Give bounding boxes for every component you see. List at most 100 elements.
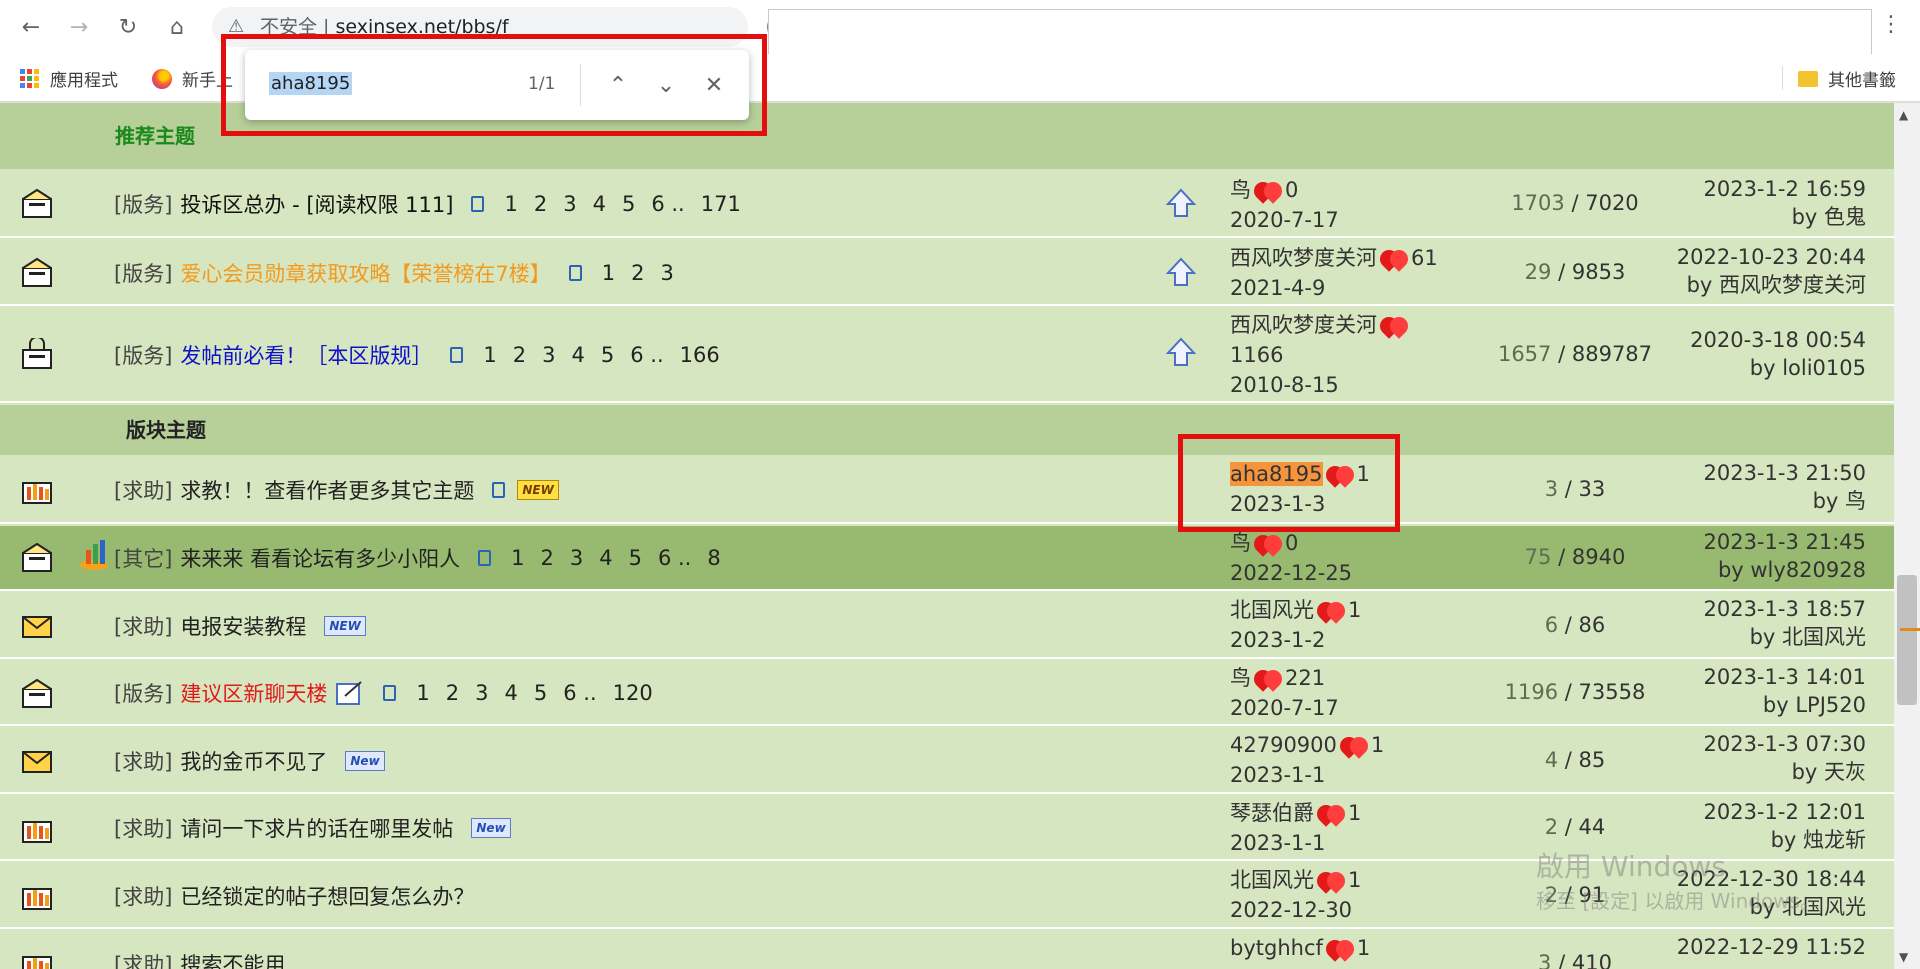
reply-view-count: 3 / 33 <box>1544 477 1606 501</box>
browser-menu-icon[interactable]: ⋮ <box>1880 12 1902 37</box>
back-icon[interactable]: ← <box>16 12 46 42</box>
bookmark-other[interactable]: 其他書籤 <box>1798 66 1896 91</box>
thread-author[interactable]: 鸟 0 2022-12-25 <box>1230 528 1352 588</box>
reply-view-count: 1657 / 889787 <box>1497 342 1653 366</box>
table-row[interactable]: [求助] 我的金币不见了 New 42790900 1 2023-1-1 4 / 8… <box>0 728 1894 794</box>
heart-icon <box>1314 802 1348 826</box>
thread-title[interactable]: [求助] 搜索不能用 <box>114 949 285 969</box>
thread-status-icon <box>22 678 52 708</box>
scroll-down-icon[interactable]: ▼ <box>1899 950 1908 964</box>
reply-view-count: 2 / 44 <box>1544 815 1606 839</box>
scroll-up-icon[interactable]: ▲ <box>1899 108 1908 122</box>
table-row[interactable]: [求助] 电报安装教程 NEW 北国风光 1 2023-1-2 6 / 86 202… <box>0 593 1894 659</box>
table-row[interactable]: [版务] 投诉区总办 - [阅读权限 111] 123456 .. 171 鸟02… <box>0 171 1894 238</box>
hot-thread-icon <box>22 821 52 843</box>
thread-title[interactable]: [求助] 已经锁定的帖子想回复怎么办？ <box>114 881 474 911</box>
multipage-icon <box>568 265 582 281</box>
attachment-icon <box>492 482 506 498</box>
pagination: 123456 .. 171 <box>471 192 741 216</box>
table-row[interactable]: [版务] 爱心会员勋章获取攻略【荣誉榜在7楼】 123 西风吹梦度关河 61 202… <box>0 240 1894 306</box>
bookmark-firefox[interactable]: 新手上 <box>152 66 233 91</box>
pinned-up-icon <box>1165 257 1197 286</box>
last-post[interactable]: 2023-1-3 18:57 by 北国风光 <box>1703 595 1866 651</box>
pagination: 123456 .. 8 <box>478 546 721 570</box>
new-badge: New <box>345 751 385 771</box>
reload-icon[interactable]: ↻ <box>113 12 143 42</box>
last-post[interactable]: 2020-3-18 00:54 by loli0105 <box>1690 326 1866 382</box>
reply-view-count: 29 / 9853 <box>1524 260 1626 284</box>
page-scrollbar[interactable] <box>1894 103 1920 969</box>
address-bar[interactable]: ⚠ 不安全 | sexinsex.net/bbs/f ⊕ ⇪ ☆ <box>212 7 939 47</box>
thread-author[interactable]: 北国风光 1 2022-12-30 <box>1230 865 1361 925</box>
scroll-thumb[interactable] <box>1897 575 1917 705</box>
hot-thread-icon <box>22 956 52 969</box>
last-post[interactable]: 2023-1-3 21:50 by 鸟 <box>1703 459 1866 515</box>
apps-grid-icon <box>20 68 40 89</box>
heart-icon <box>1337 734 1371 758</box>
multipage-icon <box>471 196 485 212</box>
windows-activation-watermark: 啟用 Windows 移至 [設定] 以啟用 Windows。 <box>1536 850 1820 913</box>
new-badge: New <box>471 818 511 838</box>
table-row[interactable]: [其它] 来来来 看看论坛有多少小阳人 123456 .. 8 鸟 0 2022-12… <box>0 526 1894 591</box>
last-post[interactable]: 2023-1-3 14:01 by LPJ520 <box>1703 663 1866 719</box>
last-post[interactable]: 2023-1-2 16:59 by 色鬼 <box>1703 175 1866 231</box>
table-row[interactable]: [求助] 搜索不能用 bytghhcf 1 3 / 410 2022-12-29 … <box>0 931 1894 969</box>
thread-author[interactable]: 琴瑟伯爵 1 2023-1-1 <box>1230 798 1361 858</box>
thread-title[interactable]: [求助] 求教！！查看作者更多其它主题 NEW <box>114 475 559 505</box>
reply-view-count: 1196 / 73558 <box>1504 680 1646 704</box>
heart-icon <box>1323 463 1357 487</box>
bookmark-apps[interactable]: 應用程式 <box>20 66 118 91</box>
last-post[interactable]: 2023-1-3 21:45 by wly820928 <box>1703 528 1866 584</box>
thread-title[interactable]: [版务] 建议区新聊天楼 123456 .. 120 <box>114 678 653 708</box>
overlay-input-box[interactable] <box>768 9 1872 55</box>
last-post[interactable]: 2023-1-2 12:01 by 烛龙斩 <box>1703 798 1866 854</box>
last-post[interactable]: 2022-10-23 20:44 by 西风吹梦度关河 <box>1677 243 1866 299</box>
thread-author[interactable]: bytghhcf 1 <box>1230 933 1370 963</box>
locked-thread-icon <box>22 338 52 369</box>
find-previous-icon[interactable]: ⌃ <box>601 68 635 102</box>
multipage-icon <box>383 685 397 701</box>
table-row[interactable]: [求助] 求教！！查看作者更多其它主题 NEW aha8195 1 2023-1-3… <box>0 457 1894 524</box>
thread-author[interactable]: 42790900 1 2023-1-1 <box>1230 730 1384 790</box>
thread-author[interactable]: 北国风光 1 2023-1-2 <box>1230 595 1361 655</box>
thread-title[interactable]: [版务] 投诉区总办 - [阅读权限 111] 123456 .. 171 <box>114 189 741 219</box>
table-row[interactable]: [版务] 发帖前必看！［本区版规］ 123456 .. 166 西风吹梦度关河 11… <box>0 308 1894 403</box>
find-divider <box>580 64 581 106</box>
thread-author[interactable]: 西风吹梦度关河 1166 2010-8-15 <box>1230 310 1411 400</box>
home-icon[interactable]: ⌂ <box>162 12 192 42</box>
thread-author[interactable]: 西风吹梦度关河 61 2021-4-9 <box>1230 243 1438 303</box>
thread-title[interactable]: [版务] 爱心会员勋章获取攻略【荣誉榜在7楼】 123 <box>114 258 674 288</box>
table-row[interactable]: [版务] 建议区新聊天楼 123456 .. 120 鸟 221 2020-7-17 … <box>0 661 1894 726</box>
url-text: 不安全 | sexinsex.net/bbs/f <box>260 16 509 38</box>
find-bar: aha8195 1/1 ⌃ ⌄ ✕ <box>245 50 749 120</box>
pinned-up-icon <box>1165 337 1197 366</box>
find-next-icon[interactable]: ⌄ <box>649 68 683 102</box>
thread-title[interactable]: [求助] 电报安装教程 NEW <box>114 611 366 641</box>
new-mail-icon <box>22 616 52 638</box>
heart-icon <box>1314 869 1348 893</box>
multipage-icon <box>478 550 492 566</box>
last-post[interactable]: 2022-12-29 11:52 <box>1677 933 1866 961</box>
reply-view-count: 6 / 86 <box>1544 613 1606 637</box>
find-input[interactable]: aha8195 <box>265 66 356 102</box>
forward-icon[interactable]: → <box>64 12 94 42</box>
thread-title[interactable]: [求助] 请问一下求片的话在哪里发帖 New <box>114 813 511 843</box>
poll-icon <box>80 540 108 570</box>
thread-title[interactable]: [求助] 我的金币不见了 New <box>114 746 385 776</box>
thread-author[interactable]: 鸟 0 2020-7-17 <box>1230 175 1339 235</box>
find-close-icon[interactable]: ✕ <box>697 68 731 102</box>
firefox-icon <box>152 68 172 89</box>
thread-author[interactable]: aha8195 1 2023-1-3 <box>1230 459 1370 519</box>
heart-icon <box>1323 937 1357 961</box>
thread-status-icon <box>22 188 52 218</box>
last-post[interactable]: 2023-1-3 07:30 by 天灰 <box>1703 730 1866 786</box>
thread-author[interactable]: 鸟 221 2020-7-17 <box>1230 663 1339 723</box>
thread-title[interactable]: [版务] 发帖前必看！［本区版规］ 123456 .. 166 <box>114 340 720 370</box>
reply-view-count: 1703 / 7020 <box>1511 191 1639 215</box>
heart-icon <box>1314 599 1348 623</box>
hot-thread-icon <box>22 482 52 504</box>
bookmarks-divider <box>1782 66 1783 90</box>
pinned-up-icon <box>1165 188 1197 217</box>
reply-view-count: 4 / 85 <box>1544 748 1606 772</box>
thread-title[interactable]: [其它] 来来来 看看论坛有多少小阳人 123456 .. 8 <box>114 543 721 573</box>
